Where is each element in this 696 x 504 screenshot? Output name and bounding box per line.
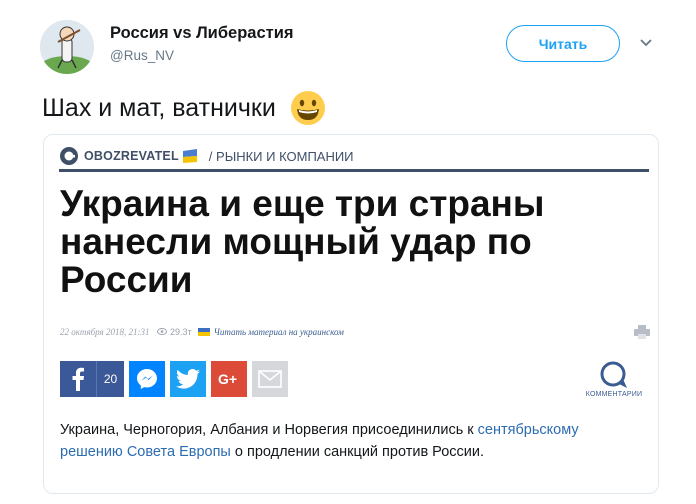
user-handle[interactable]: @Rus_NV [110, 48, 174, 63]
view-count: 29.3т [157, 327, 192, 337]
facebook-share-count: 20 [96, 361, 124, 397]
divider [59, 169, 649, 172]
obozrevatel-logo-icon [59, 146, 79, 166]
card-image[interactable]: OBOZREVATEL / РЫНКИ И КОМПАНИИ Украина и… [44, 135, 658, 403]
comments-button[interactable]: КОММЕНТАРИИ [578, 361, 650, 398]
svg-text:G+: G+ [218, 371, 237, 387]
twitter-bird-icon [176, 369, 200, 389]
avatar[interactable] [40, 20, 94, 74]
twitter-share-button[interactable] [170, 361, 206, 397]
description-text-start: Украина, Черногория, Албания и Норвегия … [60, 422, 478, 438]
ukraine-flag-icon [181, 149, 199, 163]
read-ukrainian-link[interactable]: Читать материал на украинском [214, 327, 344, 337]
comments-icon [600, 361, 627, 388]
google-plus-share-button[interactable]: G+ [211, 361, 247, 397]
envelope-icon [258, 370, 282, 388]
card-headline[interactable]: Украина и еще три страны нанесли мощный … [60, 185, 620, 299]
card-description[interactable]: Украина, Черногория, Албания и Норвегия … [60, 419, 640, 463]
link-card[interactable]: OBOZREVATEL / РЫНКИ И КОМПАНИИ Украина и… [43, 134, 659, 494]
article-meta: 22 октября 2018, 21:31 29.3т Читать мате… [60, 327, 344, 337]
share-buttons: 20 G+ [60, 361, 293, 397]
facebook-icon [72, 367, 84, 391]
tweet-text: Шах и мат, ватнички [42, 90, 326, 126]
messenger-icon [137, 369, 157, 389]
display-name[interactable]: Россия vs Либерастия [110, 24, 293, 43]
follow-button[interactable]: Читать [506, 25, 620, 62]
article-date: 22 октября 2018, 21:31 [60, 327, 150, 337]
view-count-value: 29.3т [170, 327, 192, 337]
grinning-face-emoji [290, 90, 326, 126]
google-plus-icon: G+ [218, 371, 237, 387]
brand-name: OBOZREVATEL [84, 149, 179, 163]
comments-label[interactable]: КОММЕНТАРИИ [586, 391, 642, 398]
ukraine-flag-icon [197, 328, 210, 336]
email-share-button[interactable] [252, 361, 288, 397]
brand-header: OBOZREVATEL / РЫНКИ И КОМПАНИИ [59, 145, 354, 167]
print-icon[interactable] [634, 325, 650, 339]
chevron-down-icon[interactable] [638, 36, 654, 50]
facebook-share-button[interactable] [60, 361, 96, 397]
eye-icon [157, 328, 168, 335]
messenger-share-button[interactable] [129, 361, 165, 397]
section-label: / РЫНКИ И КОМПАНИИ [208, 148, 354, 164]
description-text-end: о продлении санкций против России. [230, 444, 485, 460]
tweet-body: Шах и мат, ватнички [42, 93, 276, 122]
